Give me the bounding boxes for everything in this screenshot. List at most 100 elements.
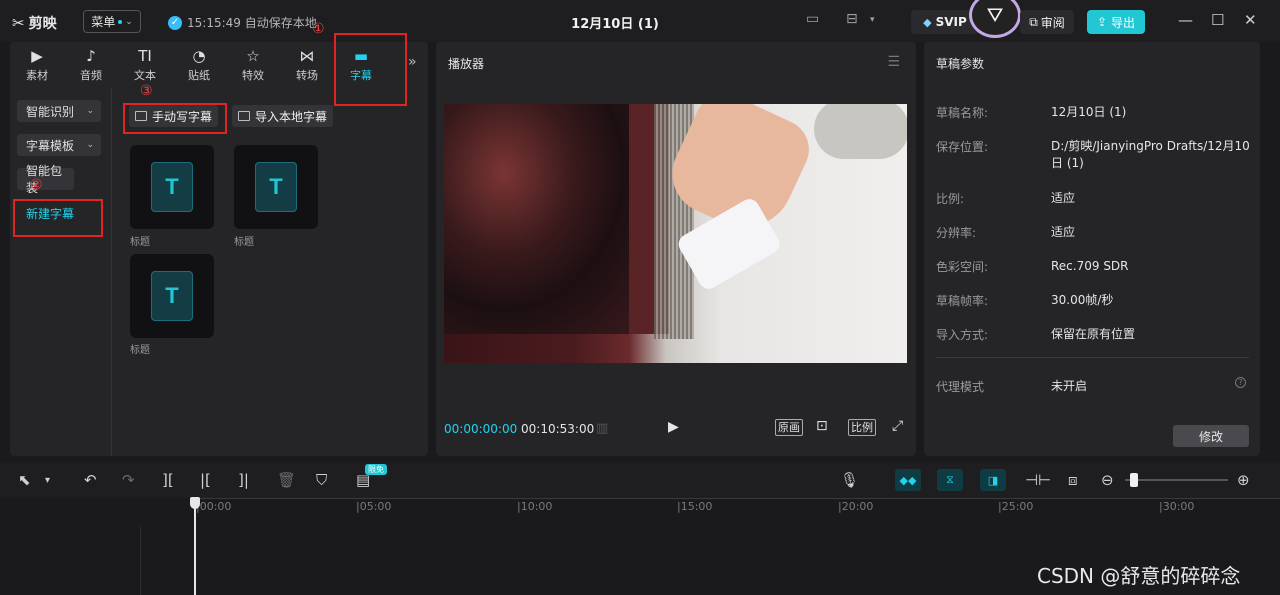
tab-label: 素材	[26, 69, 48, 82]
app-logo: ✂ 剪映	[12, 13, 57, 33]
annotation-number: ③	[140, 83, 153, 99]
tab-transition[interactable]: ⋈ 转场	[280, 42, 334, 88]
prop-value: 未开启	[1051, 379, 1088, 393]
undo-icon[interactable]: ↶	[84, 471, 97, 489]
main-track-magnet-icon[interactable]: ◆◆	[895, 469, 921, 491]
prop-key: 比例:	[936, 192, 965, 206]
picture-in-picture-icon[interactable]: ⧈	[1068, 471, 1078, 489]
playhead[interactable]	[194, 498, 196, 595]
tick-label: |25:00	[998, 500, 1034, 513]
import-subtitle-button[interactable]: 导入本地字幕	[232, 105, 334, 127]
annotation-box-new-subtitle	[13, 199, 103, 237]
app-name: 剪映	[28, 16, 57, 32]
rug-image-region	[444, 104, 644, 334]
prop-key: 代理模式	[936, 380, 985, 394]
template-tile[interactable]: T	[130, 254, 214, 338]
check-icon: ✓	[168, 15, 182, 30]
select-cursor-icon[interactable]: ⬉	[18, 471, 31, 489]
total-timecode: 00:10:53:00	[521, 422, 595, 436]
title-template-icon: T	[151, 162, 193, 212]
template-tile[interactable]: T	[130, 145, 214, 229]
tick-label: |15:00	[677, 500, 713, 513]
prop-value: Rec.709 SDR	[1051, 259, 1129, 273]
sidebar-item-subtitle-template[interactable]: 字幕模板 ⌄	[17, 134, 101, 156]
modify-button[interactable]: 修改	[1173, 425, 1249, 447]
tab-text[interactable]: TI 文本	[118, 42, 172, 88]
layout-icon[interactable]: ⊟	[846, 11, 858, 27]
trim-left-icon[interactable]: |[	[200, 471, 211, 489]
marker-icon[interactable]: ⛉	[316, 471, 327, 489]
menu-label: 菜单	[91, 15, 116, 29]
limited-free-badge: 限免	[365, 464, 387, 475]
annotation-number: ①	[312, 21, 325, 37]
chevron-down-icon: ⌄	[125, 16, 133, 27]
tick-label: |05:00	[356, 500, 392, 513]
prop-value: 保留在原有位置	[1051, 327, 1136, 341]
sticker-icon: ◔	[192, 47, 206, 65]
linkage-icon[interactable]: ◨	[980, 469, 1006, 491]
redo-icon[interactable]: ↷	[122, 471, 135, 489]
chevron-down-icon[interactable]: ▾	[870, 15, 875, 25]
zoom-slider-handle[interactable]	[1130, 473, 1138, 487]
auto-snap-icon[interactable]: ⧖	[937, 469, 963, 491]
annotation-box-manual-subtitle	[123, 103, 227, 134]
play-icon[interactable]: ▶	[668, 419, 679, 435]
delete-icon[interactable]: 🗑	[277, 471, 296, 489]
review-button[interactable]: ⧉ 审阅	[1020, 10, 1074, 34]
zoom-slider-track[interactable]	[1125, 479, 1228, 481]
effects-icon: ☆	[246, 47, 260, 65]
tab-audio[interactable]: ♪ 音频	[64, 42, 118, 88]
capcut-logo-icon: ✂	[12, 14, 25, 32]
template-tile[interactable]: T	[234, 145, 318, 229]
ratio-button[interactable]: 比例	[848, 419, 876, 436]
playhead-handle[interactable]	[190, 497, 200, 509]
chevron-down-icon: ⌄	[86, 140, 94, 150]
focus-frame-icon[interactable]: ⊡	[816, 418, 828, 434]
close-icon[interactable]: ✕	[1244, 11, 1257, 29]
maximize-icon[interactable]: ☐	[1211, 11, 1224, 29]
video-preview[interactable]	[444, 104, 907, 363]
export-label: 导出	[1111, 15, 1136, 30]
tab-effects[interactable]: ☆ 特效	[226, 42, 280, 88]
ruler-line	[196, 498, 1280, 499]
split-icon[interactable]: ][	[162, 471, 174, 489]
shoe-image-region	[814, 104, 907, 159]
original-quality-button[interactable]: 原画	[775, 419, 803, 436]
media-icon: ▶	[31, 47, 43, 65]
preview-axis-icon[interactable]: ⊣⊢	[1025, 471, 1051, 489]
minimize-icon[interactable]: —	[1178, 11, 1193, 29]
sidebar-item-smart-package[interactable]: 智能包装	[17, 164, 74, 195]
hamburger-icon[interactable]: ☰	[887, 54, 900, 70]
more-tabs-icon[interactable]: »	[408, 54, 417, 70]
prop-key: 保存位置:	[936, 140, 989, 154]
prop-value: D:/剪映/JianyingPro Drafts/12月10日 (1)	[1051, 139, 1250, 170]
autosave-status: ✓ 15:15:49 自动保存本地	[168, 14, 317, 31]
notification-dot	[118, 19, 123, 24]
trim-right-icon[interactable]: ]|	[238, 471, 249, 489]
prop-key: 分辨率:	[936, 226, 977, 240]
template-label: 标题	[130, 345, 150, 356]
microphone-icon[interactable]: 🎙	[840, 471, 859, 489]
document-title: 12月10日 (1)	[571, 17, 659, 32]
tab-sticker[interactable]: ◔ 贴纸	[172, 42, 226, 88]
zoom-in-icon[interactable]: ⊕	[1237, 471, 1250, 489]
tab-media[interactable]: ▶ 素材	[10, 42, 64, 88]
fullscreen-icon[interactable]: ⤢	[892, 418, 903, 434]
template-label: 标题	[130, 237, 150, 248]
zoom-out-icon[interactable]: ⊖	[1101, 471, 1114, 489]
chevron-down-icon: ⌄	[86, 106, 94, 116]
chevron-down-icon[interactable]: ▾	[45, 475, 50, 486]
tab-label: 音频	[80, 69, 102, 82]
menu-button[interactable]: 菜单 ⌄	[83, 10, 141, 33]
export-button[interactable]: ⇪ 导出	[1087, 10, 1145, 34]
keyboard-shortcut-icon[interactable]: ▭	[806, 11, 819, 27]
tick-label: |30:00	[1159, 500, 1195, 513]
tick-label: |10:00	[517, 500, 553, 513]
sidebar-item-smart-recognize[interactable]: 智能识别 ⌄	[17, 100, 101, 122]
help-icon[interactable]: ?	[1235, 377, 1246, 388]
tab-label: 文本	[134, 69, 156, 82]
prop-key: 草稿帧率:	[936, 294, 989, 308]
prop-key: 色彩空间:	[936, 260, 989, 274]
import-subtitle-label: 导入本地字幕	[255, 109, 328, 124]
tab-label: 转场	[296, 69, 318, 82]
